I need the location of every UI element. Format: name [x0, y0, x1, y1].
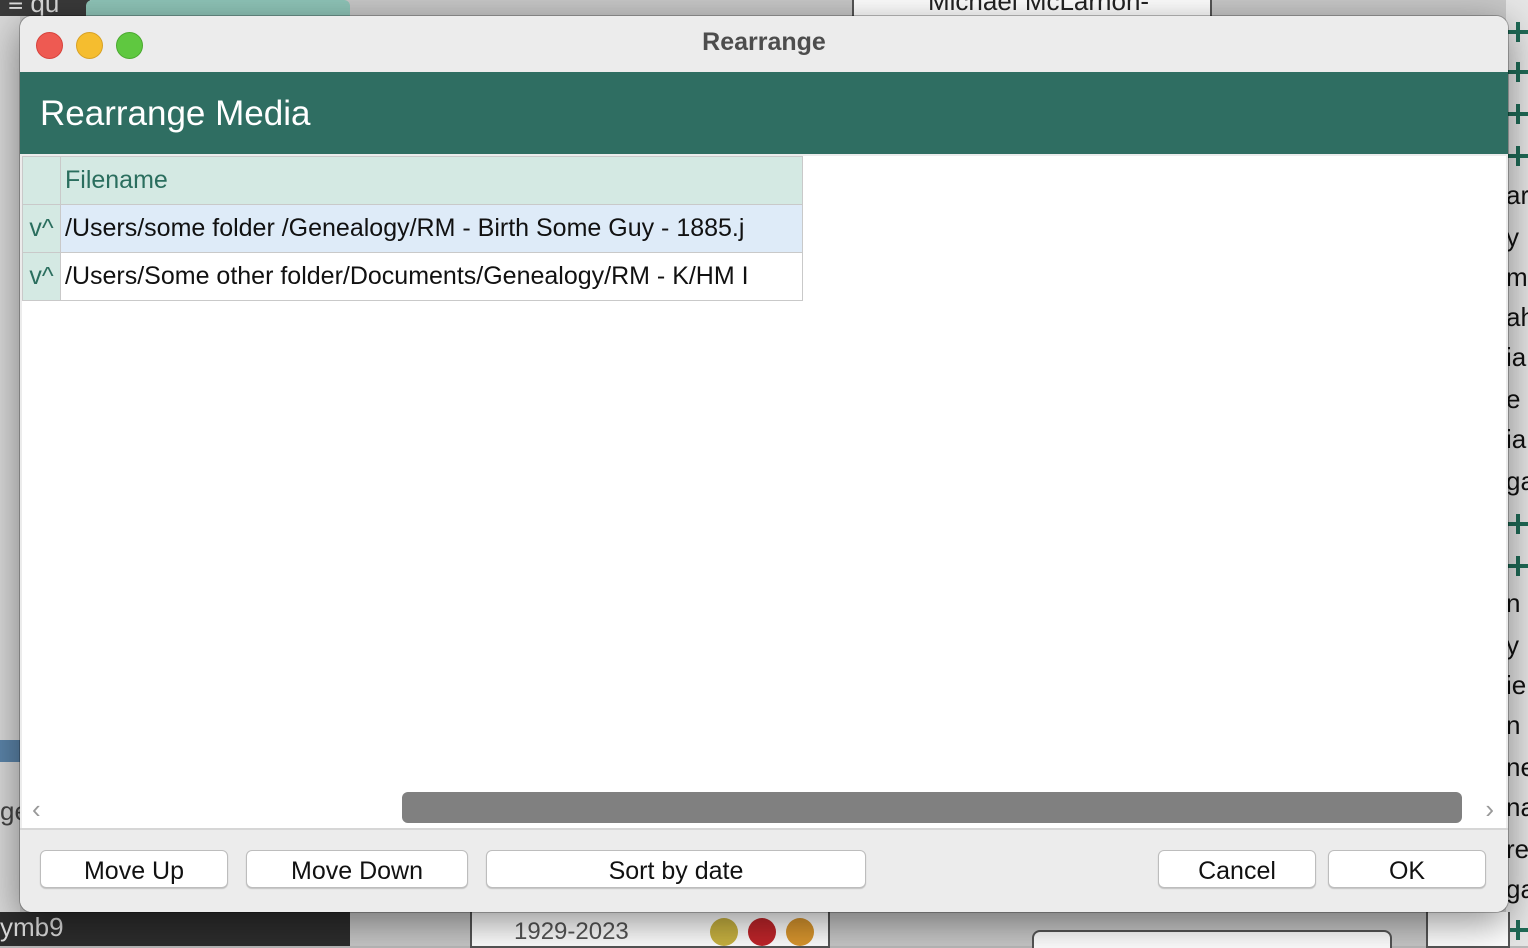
title-bar: Rearrange: [20, 16, 1508, 72]
background-person-years: 1929-2023: [514, 918, 629, 945]
background-text-fragment: ga: [1506, 874, 1528, 904]
scrollbar-thumb[interactable]: [402, 792, 1462, 823]
move-up-button[interactable]: Move Up: [40, 850, 228, 888]
reorder-handle[interactable]: v^: [22, 252, 61, 301]
plus-icon: [1508, 62, 1528, 82]
dialog-heading: Rearrange Media: [40, 94, 311, 133]
table-header-row: Filename: [22, 156, 803, 205]
media-list-area: Filename v^ /Users/some folder /Genealog…: [22, 156, 1506, 828]
background-tab: [86, 0, 350, 16]
arrow-column-header: [22, 156, 61, 205]
button-bar: Move Up Move Down Sort by date Cancel OK: [20, 828, 1508, 912]
background-text-fragment: ga: [1506, 466, 1528, 496]
background-text-fragment: ia: [1506, 424, 1527, 454]
background-text-fragment: ah: [1506, 302, 1528, 332]
alert-icon: [748, 918, 776, 946]
move-down-button[interactable]: Move Down: [246, 850, 468, 888]
cancel-button[interactable]: Cancel: [1158, 850, 1316, 888]
rearrange-dialog: Rearrange Rearrange Media Filename v^ /U…: [20, 16, 1508, 912]
plus-icon: [1508, 556, 1528, 576]
background-text-fragment: n: [1506, 588, 1521, 618]
ok-button[interactable]: OK: [1328, 850, 1486, 888]
background-text-fragment: m: [1506, 262, 1528, 292]
background-left-highlight: [0, 740, 20, 762]
reorder-handle[interactable]: v^: [22, 204, 61, 253]
background-person-card: 1929-2023: [470, 912, 830, 948]
hint-icon: [786, 918, 814, 946]
media-table: Filename v^ /Users/some folder /Genealog…: [22, 156, 803, 301]
background-text-fragment: re: [1506, 834, 1528, 864]
background-text-fragment: e: [1506, 384, 1521, 414]
window-title: Rearrange: [702, 28, 826, 56]
plus-icon: [1508, 920, 1528, 940]
background-text-fragment: ie: [1506, 670, 1527, 700]
filename-cell[interactable]: /Users/Some other folder/Documents/Genea…: [60, 252, 803, 301]
background-text-fragment: ary: [1506, 180, 1528, 210]
plus-icon: [1508, 104, 1528, 124]
table-row[interactable]: v^ /Users/Some other folder/Documents/Ge…: [22, 252, 803, 301]
plus-icon: [1508, 22, 1528, 42]
background-text-fragment: ymb9: [0, 912, 64, 942]
background-person-card: [1426, 912, 1510, 948]
background-bottom-panel: ymb9: [0, 912, 350, 946]
background-text-fragment: na: [1506, 792, 1528, 822]
dialog-header: Rearrange Media: [20, 72, 1508, 154]
filename-cell[interactable]: /Users/some folder /Genealogy/RM - Birth…: [60, 204, 803, 253]
background-text-fragment: n: [1506, 710, 1521, 740]
sort-by-date-button[interactable]: Sort by date: [486, 850, 866, 888]
plus-icon: [1508, 146, 1528, 166]
background-text-fragment: ia: [1506, 342, 1527, 372]
lightbulb-icon: [710, 918, 738, 946]
scroll-right-icon[interactable]: ›: [1485, 794, 1494, 825]
table-row[interactable]: v^ /Users/some folder /Genealogy/RM - Bi…: [22, 204, 803, 253]
plus-icon: [1508, 514, 1528, 534]
background-person-name: Michael McLarnon-: [928, 0, 1150, 16]
scroll-left-icon[interactable]: ‹: [32, 794, 41, 825]
background-toolbar: ≡ qu: [0, 0, 90, 18]
horizontal-scrollbar[interactable]: ‹ ›: [22, 788, 1506, 828]
filename-column-header[interactable]: Filename: [60, 156, 803, 205]
background-person-card: [1032, 930, 1392, 948]
background-right-list: ary y m ah ia e ia ga n y ie n ne na re …: [1506, 0, 1528, 946]
background-text-fragment: ne: [1506, 752, 1528, 782]
